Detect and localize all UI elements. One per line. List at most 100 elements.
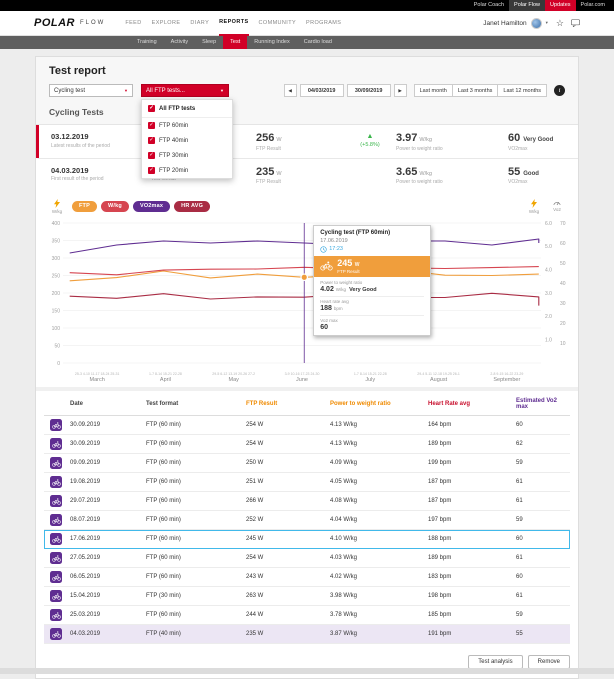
week-ticks: 1-7 8-14 15-21 22-28 xyxy=(336,372,404,376)
svg-text:1.0: 1.0 xyxy=(545,337,552,343)
week-ticks: 29-4 5-11 12-18 19-25 26-1 xyxy=(404,372,472,376)
nav-item-diary[interactable]: DIARY xyxy=(190,12,209,35)
avatar[interactable] xyxy=(531,18,542,29)
summary-vo2: 55GoodVO2max xyxy=(508,166,566,186)
column-header-ftp-result: FTP Result xyxy=(244,396,328,412)
content-card: Test report Cycling test ▼ All FTP tests… xyxy=(35,56,579,679)
range-button-last-month[interactable]: Last month xyxy=(414,84,453,97)
info-icon[interactable]: i xyxy=(554,85,565,96)
cell-test-format: FTP (60 min) xyxy=(144,553,244,563)
week-ticks: 29-5 6-12 13-19 20-26 27-2 xyxy=(200,372,268,376)
legend-ftp[interactable]: FTP xyxy=(72,201,97,212)
legend-hravg[interactable]: HR AVG xyxy=(174,201,210,212)
subnav-item-cardio-load[interactable]: Cardio load xyxy=(297,36,339,49)
trend-up-icon: ▲ xyxy=(344,133,396,141)
range-button-last-12-months[interactable]: Last 12 months xyxy=(498,84,547,97)
svg-text:20: 20 xyxy=(560,321,566,327)
nav-item-feed[interactable]: FEED xyxy=(125,12,141,35)
subnav-item-activity[interactable]: Activity xyxy=(164,36,195,49)
sport-icon-cell xyxy=(44,493,68,509)
cycling-icon xyxy=(50,438,62,450)
cell-ftp-result: 251 W xyxy=(244,477,328,487)
nav-item-community[interactable]: COMMUNITY xyxy=(259,12,297,35)
month-name: April xyxy=(131,377,199,383)
menu-option-ftp-40min[interactable]: ✓ FTP 40min xyxy=(142,133,232,148)
tooltip-ftp-label: FTP Result xyxy=(337,269,359,274)
table-row[interactable]: 29.07.2019FTP (60 min)266 W4.08 W/kg187 … xyxy=(44,492,570,511)
table-row[interactable]: 08.07.2019FTP (60 min)252 W4.04 W/kg197 … xyxy=(44,511,570,530)
subnav-item-running-index[interactable]: Running Index xyxy=(247,36,296,49)
table-row[interactable]: 19.08.2019FTP (60 min)251 W4.05 W/kg187 … xyxy=(44,473,570,492)
cell-heart-rate: 197 bpm xyxy=(426,515,514,525)
menu-option-label: FTP 40min xyxy=(159,138,188,144)
cell-ftp-result: 252 W xyxy=(244,515,328,525)
cell-test-format: FTP (60 min) xyxy=(144,458,244,468)
range-button-last-3-months[interactable]: Last 3 months xyxy=(453,84,499,97)
checkbox-checked-icon[interactable]: ✓ xyxy=(148,137,155,144)
cell-date: 17.06.2019 xyxy=(68,534,144,544)
svg-text:350: 350 xyxy=(52,238,61,244)
sport-select[interactable]: Cycling test ▼ xyxy=(49,84,133,97)
table-row[interactable]: 09.09.2019FTP (60 min)250 W4.09 W/kg199 … xyxy=(44,454,570,473)
favorites-star-icon[interactable]: ☆ xyxy=(556,18,564,28)
table-row[interactable]: 17.06.2019FTP (60 min)245 W4.10 W/kg188 … xyxy=(44,530,570,549)
prev-period-button[interactable]: ◀ xyxy=(284,84,297,97)
checkbox-checked-icon[interactable]: ✓ xyxy=(148,167,155,174)
topbar-link-polar-com[interactable]: Polar.com xyxy=(576,0,610,11)
table-row[interactable]: 04.03.2019FTP (40 min)235 W3.87 W/kg191 … xyxy=(44,625,570,644)
cell-date: 09.09.2019 xyxy=(68,458,144,468)
menu-option-ftp-60min[interactable]: ✓FTP 60min xyxy=(142,118,232,133)
user-name[interactable]: Janet Hamilton xyxy=(483,20,526,27)
cell-heart-rate: 189 bpm xyxy=(426,439,514,449)
date-from-input[interactable]: 04/03/2019 xyxy=(300,84,344,97)
svg-text:2.0: 2.0 xyxy=(545,314,552,320)
cell-date: 15.04.2019 xyxy=(68,591,144,601)
checkbox-checked-icon[interactable]: ✓ xyxy=(148,105,155,112)
polar-logo[interactable]: POLAR xyxy=(34,17,75,29)
next-period-button[interactable]: ▶ xyxy=(394,84,407,97)
nav-item-reports[interactable]: REPORTS xyxy=(219,11,248,36)
test-filter-value: All FTP tests... xyxy=(146,88,185,94)
checkbox-checked-icon[interactable]: ✓ xyxy=(148,152,155,159)
subnav-item-test[interactable]: Test xyxy=(223,36,247,49)
chart-wrap[interactable]: 4003503002502001501005006.05.04.03.02.01… xyxy=(49,217,565,383)
cell-date: 04.03.2019 xyxy=(68,629,144,639)
table-row[interactable]: 06.05.2019FTP (60 min)243 W4.02 W/kg183 … xyxy=(44,568,570,587)
summary-date: 03.12.2019Latest results of the period xyxy=(51,132,151,152)
feedback-bubble-icon[interactable] xyxy=(571,19,580,27)
legend-wkg[interactable]: W/kg xyxy=(101,201,129,212)
menu-option-all[interactable]: ✓ All FTP tests xyxy=(142,100,232,118)
table-row[interactable]: 30.09.2019FTP (60 min)254 W4.13 W/kg189 … xyxy=(44,435,570,454)
nav-item-explore[interactable]: EXPLORE xyxy=(152,12,181,35)
tooltip-time: 17:23 xyxy=(320,246,424,253)
nav-item-programs[interactable]: PROGRAMS xyxy=(306,12,341,35)
chart-legend: FTP W/kg VO2max HR AVG xyxy=(72,201,210,212)
subnav-item-training[interactable]: Training xyxy=(130,36,164,49)
remove-button[interactable]: Remove xyxy=(528,655,570,669)
table-row[interactable]: 25.03.2019FTP (60 min)244 W3.78 W/kg185 … xyxy=(44,606,570,625)
svg-text:150: 150 xyxy=(52,308,61,314)
svg-text:6.0: 6.0 xyxy=(545,221,552,227)
table-row[interactable]: 27.05.2019FTP (60 min)254 W4.03 W/kg189 … xyxy=(44,549,570,568)
topbar-link-polar-flow[interactable]: Polar Flow xyxy=(509,0,545,11)
chevron-down-icon[interactable]: ▾ xyxy=(546,20,548,26)
subnav-item-sleep[interactable]: Sleep xyxy=(195,36,223,49)
month-name: July xyxy=(336,377,404,383)
table-row[interactable]: 30.09.2019FTP (60 min)254 W4.13 W/kg164 … xyxy=(44,416,570,435)
menu-option-ftp-20min[interactable]: ✓FTP 20min xyxy=(142,163,232,178)
checkbox-checked-icon[interactable]: ✓ xyxy=(148,122,155,129)
test-filter-select[interactable]: All FTP tests... ▼ xyxy=(141,84,229,97)
sport-icon-cell xyxy=(44,588,68,604)
topbar-link-updates[interactable]: Updates xyxy=(545,0,576,11)
legend-vo2max[interactable]: VO2max xyxy=(133,201,170,212)
lightning-icon xyxy=(531,199,537,208)
menu-option-ftp-30min[interactable]: ✓FTP 30min xyxy=(142,148,232,163)
test-analysis-button[interactable]: Test analysis xyxy=(468,655,522,669)
cell-heart-rate: 183 bpm xyxy=(426,572,514,582)
month-label-march: 25-3 4-10 11-17 18-24 25-31March xyxy=(63,372,131,383)
month-name: June xyxy=(268,377,336,383)
date-to-input[interactable]: 30/09/2019 xyxy=(347,84,391,97)
month-label-april: 1-7 8-14 15-21 22-28April xyxy=(131,372,199,383)
topbar-link-polar-coach[interactable]: Polar Coach xyxy=(469,0,509,11)
table-row[interactable]: 15.04.2019FTP (30 min)263 W3.98 W/kg198 … xyxy=(44,587,570,606)
